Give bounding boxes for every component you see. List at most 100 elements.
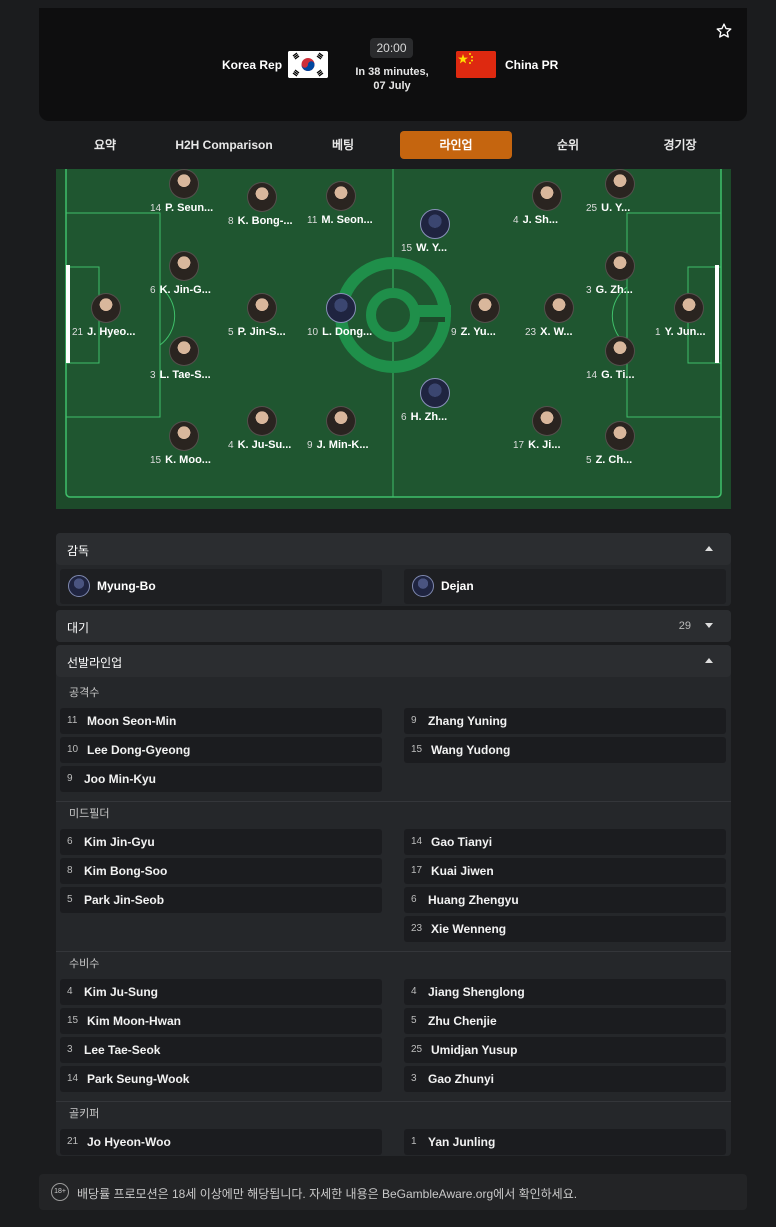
player-label: 1 Y. Jun...: [655, 326, 706, 338]
age-restriction-icon: 18+: [51, 1183, 69, 1201]
shirt-number: 23: [411, 923, 423, 934]
player-label: 9 J. Min-K...: [307, 439, 369, 451]
player-avatar: [247, 406, 277, 436]
home-lineup-row[interactable]: 9 Joo Min-Kyu: [60, 766, 382, 792]
away-lineup-row[interactable]: 3 Gao Zhunyi: [404, 1066, 726, 1092]
player-name: Xie Wenneng: [431, 922, 507, 936]
tab-h2h[interactable]: H2H Comparison: [164, 131, 284, 159]
home-lineup-row[interactable]: 21 Jo Hyeon-Woo: [60, 1129, 382, 1155]
player-name: Park Jin-Seob: [84, 893, 165, 907]
player-short-name: K. Ju-Su...: [237, 439, 292, 451]
shirt-number: 10: [67, 744, 79, 755]
group-divider: [56, 1101, 731, 1102]
player-name: Gao Tianyi: [431, 835, 493, 849]
substitutes-header[interactable]: 대기 29: [56, 610, 731, 642]
away-lineup-row[interactable]: 17 Kuai Jiwen: [404, 858, 726, 884]
player-avatar: [247, 293, 277, 323]
home-lineup-row[interactable]: 6 Kim Jin-Gyu: [60, 829, 382, 855]
player-short-name: J. Hyeo...: [87, 326, 136, 338]
player-number: 15: [150, 455, 162, 466]
player-number: 4: [228, 440, 234, 451]
coach-header[interactable]: 감독: [56, 533, 731, 565]
home-lineup-row[interactable]: 11 Moon Seon-Min: [60, 708, 382, 734]
home-lineup-row[interactable]: 14 Park Seung-Wook: [60, 1066, 382, 1092]
player-number: 8: [228, 216, 234, 227]
coach-section: 감독 Myung-Bo Dejan: [56, 533, 731, 606]
tab-summary[interactable]: 요약: [65, 131, 145, 159]
shirt-number: 25: [411, 1044, 423, 1055]
player-label: 9 Z. Yu...: [451, 326, 496, 338]
player-avatar: [247, 182, 277, 212]
player-short-name: J. Min-K...: [316, 439, 369, 451]
player-avatar: [169, 421, 199, 451]
player-short-name: J. Sh...: [522, 214, 559, 226]
player-number: 25: [586, 203, 598, 214]
player-label: 21 J. Hyeo...: [72, 326, 135, 338]
player-avatar: [605, 421, 635, 451]
shirt-number: 1: [411, 1136, 417, 1147]
player-avatar: [544, 293, 574, 323]
away-lineup-row[interactable]: 4 Jiang Shenglong: [404, 979, 726, 1005]
player-number: 21: [72, 327, 84, 338]
shirt-number: 9: [411, 715, 417, 726]
shirt-number: 11: [67, 715, 78, 726]
tab-standings[interactable]: 순위: [528, 131, 608, 159]
away-lineup-row[interactable]: 25 Umidjan Yusup: [404, 1037, 726, 1063]
home-lineup-row[interactable]: 4 Kim Ju-Sung: [60, 979, 382, 1005]
chevron-down-icon[interactable]: [705, 623, 713, 628]
player-short-name: G. Zh...: [595, 284, 633, 296]
away-lineup-row[interactable]: 1 Yan Junling: [404, 1129, 726, 1155]
away-lineup-row[interactable]: 5 Zhu Chenjie: [404, 1008, 726, 1034]
player-avatar: [326, 181, 356, 211]
away-lineup-row[interactable]: 6 Huang Zhengyu: [404, 887, 726, 913]
home-lineup-row[interactable]: 3 Lee Tae-Seok: [60, 1037, 382, 1063]
player-label: 15 W. Y...: [401, 242, 447, 254]
away-coach[interactable]: Dejan: [404, 569, 726, 604]
player-name: Lee Tae-Seok: [84, 1043, 161, 1057]
lineup-header[interactable]: 선발라인업: [56, 645, 731, 677]
player-name: Moon Seon-Min: [87, 714, 177, 728]
player-label: 4 J. Sh...: [513, 214, 558, 226]
lineup-title: 선발라인업: [67, 656, 123, 670]
position-group-title: 공격수: [69, 687, 100, 699]
player-number: 23: [525, 327, 537, 338]
tab-lineup[interactable]: 라인업: [400, 131, 512, 159]
player-label: 14 P. Seun...: [150, 202, 213, 214]
home-coach[interactable]: Myung-Bo: [60, 569, 382, 604]
countdown-line1: In 38 minutes,: [355, 66, 429, 78]
player-short-name: K. Moo...: [165, 454, 211, 466]
away-coach-name: Dejan: [441, 579, 474, 593]
player-avatar: [326, 406, 356, 436]
player-avatar: [605, 169, 635, 199]
away-lineup-row[interactable]: 9 Zhang Yuning: [404, 708, 726, 734]
player-short-name: Y. Jun...: [664, 326, 706, 338]
chevron-up-icon[interactable]: [705, 658, 713, 663]
home-lineup-row[interactable]: 5 Park Jin-Seob: [60, 887, 382, 913]
home-lineup-row[interactable]: 10 Lee Dong-Gyeong: [60, 737, 382, 763]
shirt-number: 14: [67, 1073, 79, 1084]
player-name: Zhang Yuning: [428, 714, 508, 728]
star-icon[interactable]: [715, 22, 733, 40]
player-avatar: [169, 169, 199, 199]
player-label: 8 K. Bong-...: [228, 215, 293, 227]
shirt-number: 6: [411, 894, 417, 905]
home-lineup-row[interactable]: 8 Kim Bong-Soo: [60, 858, 382, 884]
player-number: 3: [586, 285, 592, 296]
tab-betting[interactable]: 베팅: [303, 131, 383, 159]
page: Korea Rep 20:00 In 38 minutes, 07 July C…: [0, 0, 776, 1227]
shirt-number: 14: [411, 836, 423, 847]
home-lineup-row[interactable]: 15 Kim Moon-Hwan: [60, 1008, 382, 1034]
player-avatar: [674, 293, 704, 323]
away-lineup-row[interactable]: 15 Wang Yudong: [404, 737, 726, 763]
player-name: Wang Yudong: [431, 743, 511, 757]
away-lineup-row[interactable]: 14 Gao Tianyi: [404, 829, 726, 855]
shirt-number: 9: [67, 773, 73, 784]
chevron-up-icon[interactable]: [705, 546, 713, 551]
away-lineup-row[interactable]: 23 Xie Wenneng: [404, 916, 726, 942]
tab-venue[interactable]: 경기장: [640, 131, 720, 159]
player-short-name: P. Seun...: [165, 202, 214, 214]
player-short-name: K. Jin-G...: [159, 284, 211, 296]
shirt-number: 15: [411, 744, 423, 755]
group-divider: [56, 801, 731, 802]
player-number: 9: [307, 440, 313, 451]
